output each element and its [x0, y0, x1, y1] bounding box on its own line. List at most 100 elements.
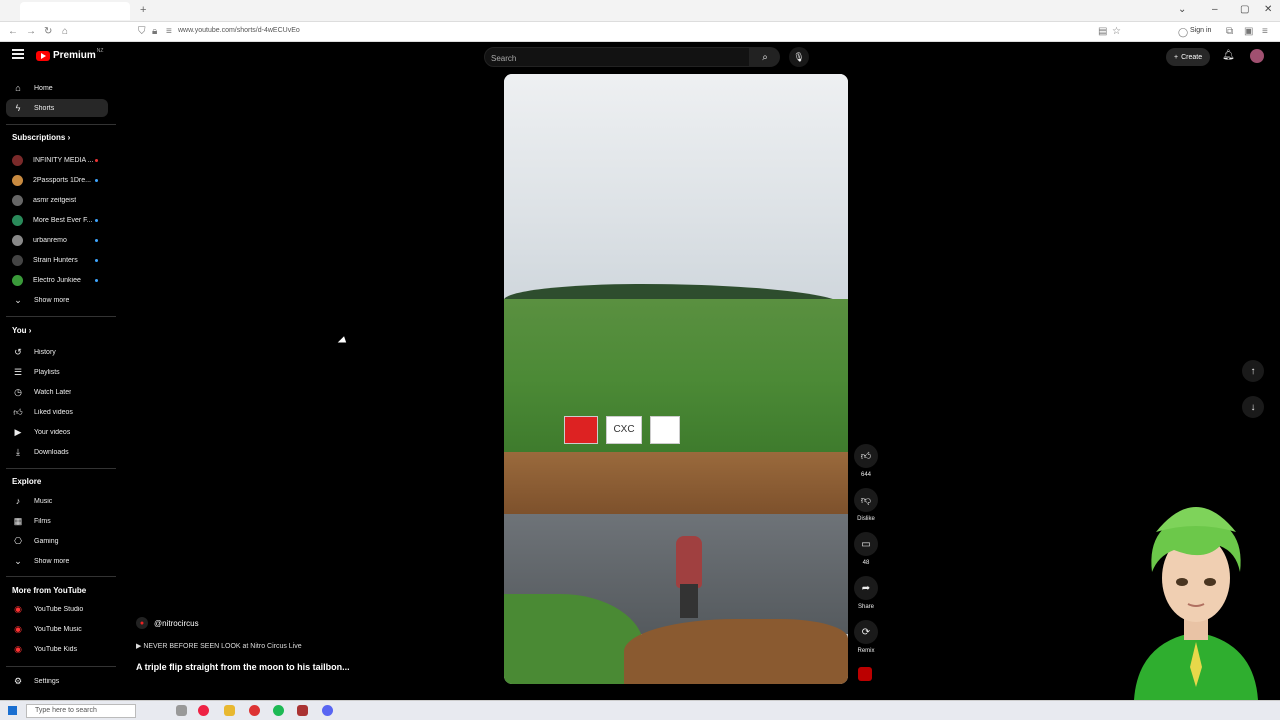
search-button[interactable]: ⌕ — [750, 47, 780, 67]
share-button[interactable]: ➦ Share — [852, 576, 880, 610]
short-metadata: ● @nitrocircus ▶ NEVER BEFORE SEEN LOOK a… — [136, 617, 350, 672]
chrome-icon[interactable] — [249, 705, 260, 716]
arrow-up-icon: ↑ — [1250, 365, 1256, 377]
comments-button[interactable]: ▭ 48 — [852, 532, 880, 566]
create-label: Create — [1181, 53, 1203, 61]
sidebar-item-playlists[interactable]: ☰ Playlists — [6, 363, 108, 381]
sidebar-item-youtube-kids[interactable]: ◉ YouTube Kids — [6, 640, 108, 658]
like-count: 644 — [860, 472, 871, 478]
short-video-player[interactable]: CXC — [504, 74, 848, 684]
browser-tab-strip: + ⌄ – ▢ ✕ — [0, 0, 1280, 22]
divider — [6, 316, 116, 317]
sidebar-item-label: History — [34, 348, 56, 356]
like-button[interactable]: 👍︎ 644 — [852, 444, 880, 478]
search-input[interactable] — [485, 49, 749, 68]
plus-icon: + — [1174, 53, 1179, 61]
extensions-icon[interactable]: ⧉ — [1226, 26, 1233, 37]
you-heading[interactable]: You › — [12, 326, 31, 335]
account-icon[interactable]: ◯ — [1178, 27, 1188, 38]
back-icon[interactable]: ← — [8, 26, 18, 37]
playlists-icon: ☰ — [13, 366, 23, 377]
remix-button[interactable]: ⟳ Remix — [852, 620, 880, 654]
more-from-youtube-heading: More from YouTube — [12, 586, 87, 595]
video-banner — [650, 416, 680, 444]
chevron-down-icon[interactable]: ⌄ — [1178, 4, 1186, 15]
sidebar-subscription-item[interactable]: urbanremo — [6, 231, 108, 249]
sidebar-subscription-item[interactable]: Electro Junkiee — [6, 271, 108, 289]
sidebar-item-music[interactable]: ♪ Music — [6, 492, 108, 510]
close-icon[interactable]: ✕ — [1264, 4, 1272, 15]
taskbar-search-input[interactable]: Type here to search — [26, 704, 136, 718]
sidebar-subscription-item[interactable]: 2Passports 1Dre... — [6, 171, 108, 189]
sidebar-subscription-item[interactable]: Strain Hunters — [6, 251, 108, 269]
sidebar-item-gaming[interactable]: ⎔ Gaming — [6, 532, 108, 550]
sidebar-item-liked-videos[interactable]: 👍︎ Liked videos — [6, 403, 108, 421]
sidebar-toggle-icon[interactable]: ▣ — [1244, 26, 1253, 37]
avatar[interactable] — [1250, 49, 1264, 63]
windows-start-icon[interactable] — [8, 706, 17, 715]
channel-name: @nitrocircus — [154, 618, 199, 628]
minimize-icon[interactable]: – — [1212, 4, 1218, 15]
dislike-label: Dislike — [857, 516, 875, 522]
show-more-button[interactable]: ⌄ Show more — [6, 552, 108, 570]
thumbs-down-icon: 👎︎ — [854, 488, 878, 512]
sidebar-item-downloads[interactable]: ⤓ Downloads — [6, 443, 108, 461]
forward-icon[interactable]: → — [26, 26, 36, 37]
url-field[interactable]: www.youtube.com/shorts/d-4wECUvEo — [178, 27, 300, 34]
firefox-icon[interactable] — [198, 705, 209, 716]
channel-thumbnail[interactable] — [858, 667, 872, 681]
sidebar-item-films[interactable]: ▦ Films — [6, 512, 108, 530]
subscriptions-heading[interactable]: Subscriptions › — [12, 133, 70, 142]
sidebar-item-watch-later[interactable]: ◷ Watch Later — [6, 383, 108, 401]
app-icon[interactable] — [297, 705, 308, 716]
file-explorer-icon[interactable] — [224, 705, 235, 716]
sidebar-item-history[interactable]: ↺ History — [6, 343, 108, 361]
reader-view-icon[interactable]: ▤ — [1098, 26, 1107, 37]
bookmark-star-icon[interactable]: ☆ — [1112, 26, 1121, 37]
page-icon: ≡ — [166, 26, 172, 37]
task-view-icon[interactable] — [176, 705, 187, 716]
address-bar: ← → ↻ ⌂ ⛉ 🔒︎ ≡ www.youtube.com/shorts/d-… — [0, 22, 1280, 42]
create-button[interactable]: + Create — [1166, 48, 1211, 66]
sidebar-item-label: Music — [34, 497, 53, 505]
divider — [6, 576, 116, 577]
chevron-down-icon: ⌄ — [14, 294, 22, 305]
sidebar-item-youtube-studio[interactable]: ◉ YouTube Studio — [6, 600, 108, 618]
sidebar-subscription-item[interactable]: INFINITY MEDIA ... — [6, 151, 108, 169]
sign-in-link[interactable]: Sign in — [1190, 27, 1211, 34]
home-icon[interactable]: ⌂ — [62, 26, 68, 37]
reload-icon[interactable]: ↻ — [44, 26, 52, 37]
sidebar-item-settings[interactable]: ⚙ Settings — [6, 672, 108, 690]
restore-icon[interactable]: ▢ — [1240, 4, 1249, 15]
browser-tab[interactable] — [20, 2, 130, 20]
divider — [6, 124, 116, 125]
spotify-icon[interactable] — [273, 705, 284, 716]
previous-short-button[interactable]: ↑ — [1242, 360, 1264, 382]
menu-icon[interactable]: ≡ — [1262, 26, 1268, 37]
youtube-premium-logo[interactable]: Premium NZ — [36, 48, 103, 61]
sidebar-item-shorts[interactable]: ϟ Shorts — [6, 99, 108, 117]
notifications-bell-icon[interactable]: 🔔︎ — [1222, 50, 1235, 61]
sidebar-item-youtube-music[interactable]: ◉ YouTube Music — [6, 620, 108, 638]
sidebar-item-label: INFINITY MEDIA ... — [33, 156, 94, 164]
new-tab-icon[interactable]: + — [140, 4, 146, 16]
playlist-link[interactable]: ▶ NEVER BEFORE SEEN LOOK at Nitro Circus… — [136, 642, 350, 650]
dislike-button[interactable]: 👎︎ Dislike — [852, 488, 880, 522]
voice-search-button[interactable]: 🎙︎ — [789, 47, 809, 67]
youtube-music-icon: ◉ — [14, 623, 22, 634]
channel-avatar — [12, 154, 23, 166]
discord-icon[interactable] — [322, 705, 333, 716]
video-dirt-wall — [504, 452, 848, 522]
hamburger-menu-icon[interactable] — [12, 49, 24, 59]
show-more-button[interactable]: ⌄ Show more — [6, 291, 108, 309]
sidebar-item-your-videos[interactable]: ▶ Your videos — [6, 423, 108, 441]
short-title[interactable]: A triple flip straight from the moon to … — [136, 662, 350, 672]
next-short-button[interactable]: ↓ — [1242, 396, 1264, 418]
new-content-dot — [95, 259, 98, 262]
sidebar-item-home[interactable]: ⌂ Home — [6, 79, 108, 97]
sidebar-subscription-item[interactable]: asmr zeitgeist — [6, 191, 108, 209]
thumbs-up-icon: 👍︎ — [13, 406, 23, 417]
sidebar-subscription-item[interactable]: More Best Ever F... — [6, 211, 108, 229]
share-icon: ➦ — [854, 576, 878, 600]
channel-link[interactable]: ● @nitrocircus — [136, 617, 350, 629]
